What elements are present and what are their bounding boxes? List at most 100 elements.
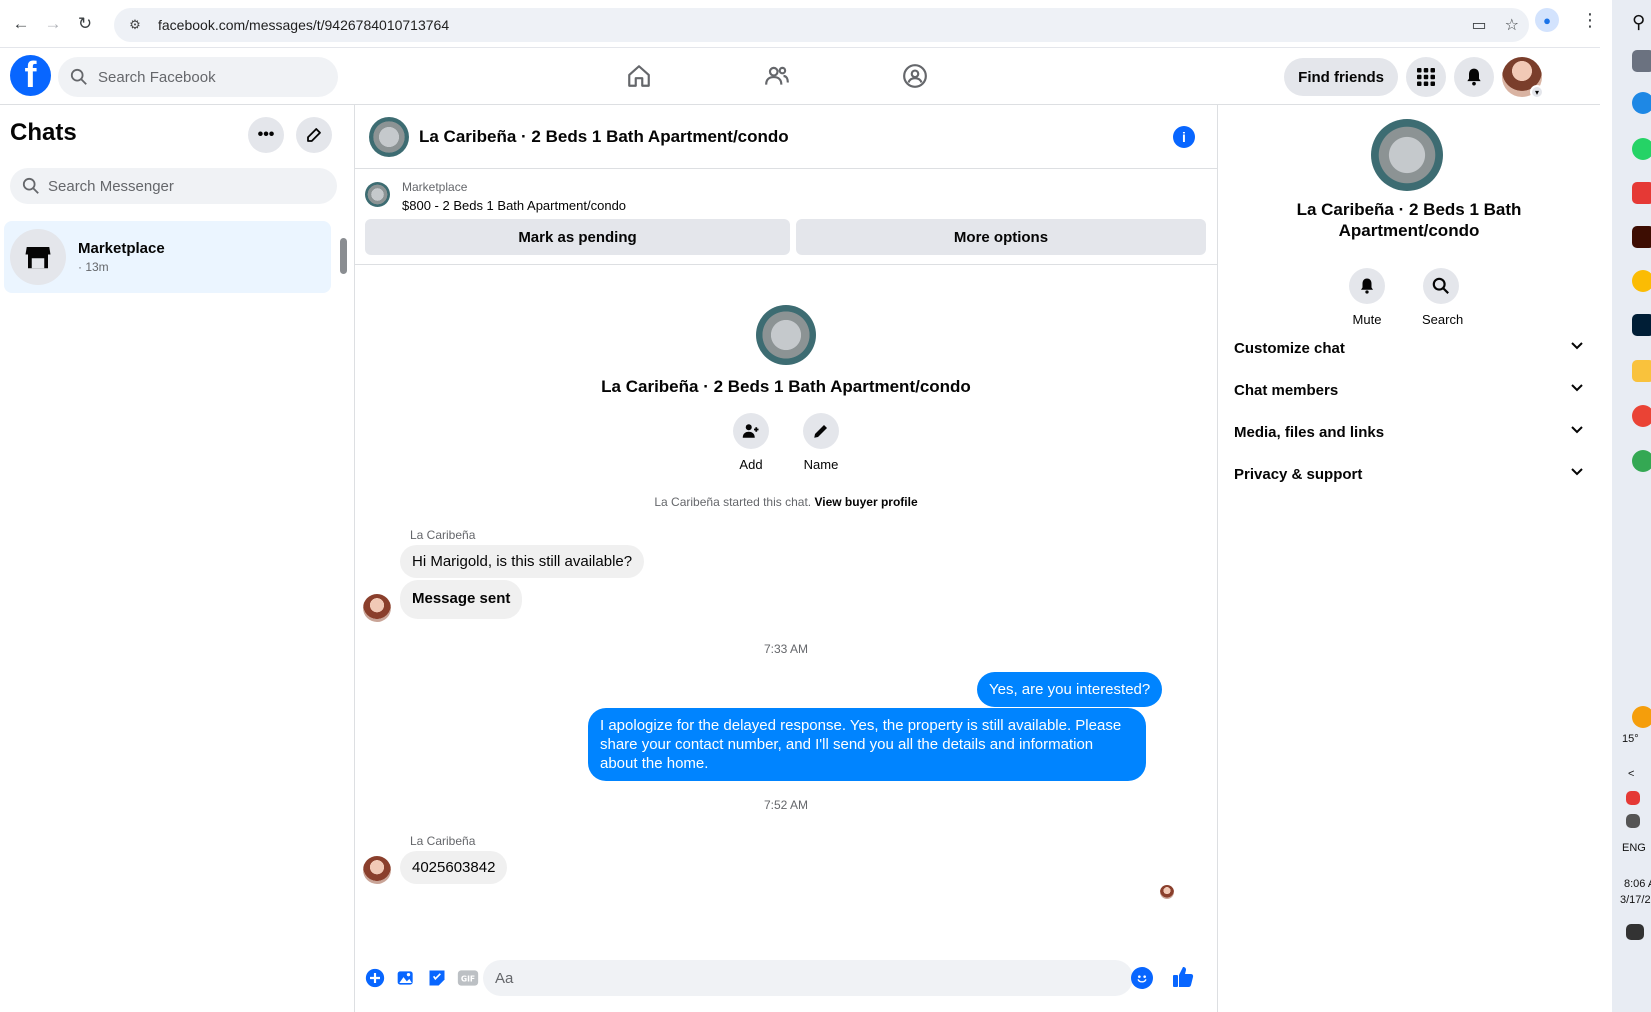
search-in-chat-button[interactable]: Search xyxy=(1422,268,1463,327)
weather-icon[interactable] xyxy=(1632,706,1651,728)
sidebar-scrollbar[interactable] xyxy=(340,238,347,274)
section-label: Chat members xyxy=(1234,381,1339,399)
photoshop-icon[interactable] xyxy=(1632,314,1651,336)
message-sender: La Caribeña xyxy=(410,834,476,848)
groups-icon[interactable] xyxy=(896,57,934,95)
emoji-icon[interactable] xyxy=(1131,967,1153,989)
photo-icon[interactable] xyxy=(395,967,417,989)
more-options-icon[interactable]: ••• xyxy=(248,117,284,153)
facebook-search-placeholder: Search Facebook xyxy=(98,68,216,86)
site-settings-icon[interactable]: ⚙ xyxy=(126,16,144,34)
windows-taskbar: ⚲ 15° < ENG 8:06 A 3/17/2 xyxy=(1612,0,1651,1012)
details-title: La Caribeña · 2 Beds 1 Bath Apartment/co… xyxy=(1296,200,1522,240)
chat-timestamp: · 13m xyxy=(78,260,109,274)
details-avatar[interactable] xyxy=(1371,119,1443,191)
notifications-bell-icon[interactable] xyxy=(1454,57,1494,97)
section-label: Media, files and links xyxy=(1234,423,1385,441)
chrome-profile-icon[interactable] xyxy=(1632,450,1651,472)
chevron-down-icon xyxy=(1570,465,1584,483)
add-people-button[interactable]: Add xyxy=(732,413,770,472)
chats-sidebar: Chats ••• Search Messenger Marketplace ·… xyxy=(0,105,355,1012)
conversation-intro: La Caribeña · 2 Beds 1 Bath Apartment/co… xyxy=(355,305,1217,472)
sticker-icon[interactable] xyxy=(426,967,448,989)
plus-circle-icon[interactable] xyxy=(364,967,386,989)
section-label: Customize chat xyxy=(1234,339,1345,357)
mark-as-pending-button[interactable]: Mark as pending xyxy=(365,219,790,255)
weather-temp: 15° xyxy=(1622,733,1639,745)
conversation-title[interactable]: La Caribeña · 2 Beds 1 Bath Apartment/co… xyxy=(419,127,789,147)
facebook-top-nav: f Search Facebook Find friends ▾ xyxy=(0,48,1600,105)
facebook-logo[interactable]: f xyxy=(10,55,51,96)
media-files-links-section[interactable]: Media, files and links xyxy=(1234,412,1584,452)
info-icon[interactable]: i xyxy=(1173,126,1195,148)
thumbs-up-icon[interactable] xyxy=(1171,965,1195,994)
address-bar[interactable]: ⚙ facebook.com/messages/t/94267840107137… xyxy=(114,8,1529,42)
menu-grid-icon[interactable] xyxy=(1406,57,1446,97)
account-avatar[interactable]: ▾ xyxy=(1502,57,1544,99)
timestamp-divider: 7:52 AM xyxy=(763,798,809,812)
message-input[interactable]: Aa xyxy=(483,960,1133,996)
install-icon[interactable]: ▭ xyxy=(1472,15,1487,35)
chrome-icon[interactable] xyxy=(1632,270,1651,292)
back-icon[interactable]: ← xyxy=(10,13,32,35)
file-explorer-icon[interactable] xyxy=(1632,360,1651,382)
messenger-search-input[interactable]: Search Messenger xyxy=(10,168,337,204)
chat-name: Marketplace xyxy=(78,240,165,257)
add-person-icon xyxy=(733,413,769,449)
illustrator-icon[interactable] xyxy=(1632,226,1651,248)
marketplace-store-icon xyxy=(10,229,66,285)
chevron-down-icon xyxy=(1570,381,1584,399)
chat-list-item-marketplace[interactable]: Marketplace · 13m xyxy=(4,221,331,293)
facebook-search[interactable]: Search Facebook xyxy=(58,57,338,97)
outgoing-message[interactable]: Yes, are you interested? xyxy=(977,672,1163,707)
conversation-panel: La Caribeña · 2 Beds 1 Bath Apartment/co… xyxy=(355,105,1217,1012)
svg-text:GIF: GIF xyxy=(461,974,475,983)
search-icon xyxy=(22,177,39,194)
mute-button[interactable]: Mute xyxy=(1348,268,1386,327)
search-icon[interactable]: ⚲ xyxy=(1632,12,1651,34)
chat-members-section[interactable]: Chat members xyxy=(1234,370,1584,410)
more-options-button[interactable]: More options xyxy=(796,219,1206,255)
reload-icon[interactable]: ↻ xyxy=(74,13,96,35)
outgoing-message[interactable]: I apologize for the delayed response. Ye… xyxy=(588,708,1146,781)
view-buyer-profile-link[interactable]: View buyer profile xyxy=(814,495,917,509)
find-friends-button[interactable]: Find friends xyxy=(1284,58,1398,96)
whatsapp-icon[interactable] xyxy=(1632,138,1651,160)
chrome-profile-icon[interactable] xyxy=(1632,405,1651,427)
home-icon[interactable] xyxy=(620,57,658,95)
forward-icon[interactable]: → xyxy=(42,13,64,35)
conversation-avatar[interactable] xyxy=(369,116,409,157)
language-indicator[interactable]: ENG xyxy=(1622,842,1646,854)
page-scrollbar[interactable] xyxy=(1600,48,1612,1012)
clock-date[interactable]: 3/17/2 xyxy=(1620,894,1651,906)
edge-browser-icon[interactable] xyxy=(1632,92,1651,114)
privacy-support-section[interactable]: Privacy & support xyxy=(1234,454,1584,494)
incoming-message[interactable]: Message sent xyxy=(400,580,523,619)
customize-chat-section[interactable]: Customize chat xyxy=(1234,328,1584,368)
message-sender: La Caribeña xyxy=(410,528,476,542)
app-icon[interactable] xyxy=(1632,182,1651,204)
incoming-message[interactable]: 4025603842 xyxy=(400,851,508,884)
network-icon[interactable] xyxy=(1626,814,1640,828)
message-composer: GIF Aa xyxy=(355,953,1217,1003)
url-text: facebook.com/messages/t/9426784010713764 xyxy=(158,17,450,33)
sender-avatar[interactable] xyxy=(363,856,391,884)
listing-price-title[interactable]: $800 - 2 Beds 1 Bath Apartment/condo xyxy=(402,198,626,213)
incoming-message[interactable]: Hi Marigold, is this still available? xyxy=(400,545,645,578)
bookmark-star-icon[interactable]: ☆ xyxy=(1505,15,1519,35)
conversation-header: La Caribeña · 2 Beds 1 Bath Apartment/co… xyxy=(355,105,1217,169)
notifications-icon[interactable] xyxy=(1626,924,1644,940)
tray-icon[interactable] xyxy=(1626,791,1640,805)
section-label: Privacy & support xyxy=(1234,465,1363,483)
edit-name-button[interactable]: Name xyxy=(802,413,840,472)
browser-profile-icon[interactable]: ● xyxy=(1535,8,1559,32)
listing-thumbnail[interactable] xyxy=(365,182,390,207)
sender-avatar[interactable] xyxy=(363,594,391,622)
clock-time[interactable]: 8:06 A xyxy=(1624,878,1651,890)
gif-icon[interactable]: GIF xyxy=(457,967,479,989)
task-view-icon[interactable] xyxy=(1632,50,1651,72)
friends-icon[interactable] xyxy=(758,57,796,95)
chevron-up-icon[interactable]: < xyxy=(1628,768,1634,780)
browser-menu-icon[interactable]: ⋮ xyxy=(1581,10,1599,31)
new-message-icon[interactable] xyxy=(296,117,332,153)
